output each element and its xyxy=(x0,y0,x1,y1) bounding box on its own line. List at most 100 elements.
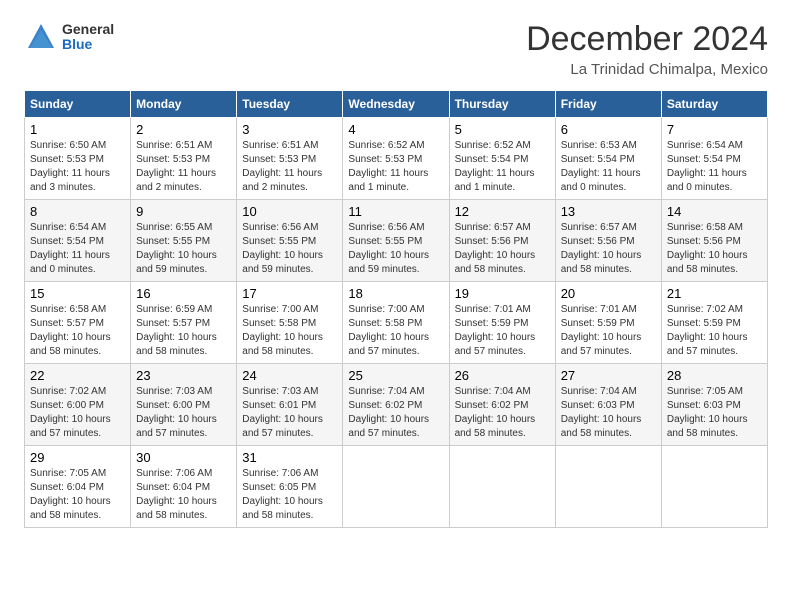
calendar-cell: 13Sunrise: 6:57 AMSunset: 5:56 PMDayligh… xyxy=(555,200,661,282)
calendar-cell: 24 Sunrise: 7:03 AMSunset: 6:01 PMDayligh… xyxy=(237,364,343,446)
weekday-header: Wednesday xyxy=(343,91,449,118)
day-number: 25 xyxy=(348,368,443,383)
day-detail: Sunrise: 7:01 AMSunset: 5:59 PMDaylight:… xyxy=(455,303,550,359)
day-detail: Sunrise: 6:50 AMSunset: 5:53 PMDaylight:… xyxy=(30,139,125,195)
calendar-week-row: 1 Sunrise: 6:50 AMSunset: 5:53 PMDaylight… xyxy=(25,118,768,200)
day-number: 22 xyxy=(30,368,125,383)
day-number: 23 xyxy=(136,368,231,383)
calendar-cell xyxy=(343,446,449,528)
day-detail: Sunrise: 6:54 AMSunset: 5:54 PMDaylight:… xyxy=(667,139,762,195)
page-header: General Blue December 2024 La Trinidad C… xyxy=(24,20,768,78)
calendar-week-row: 15 Sunrise: 6:58 AMSunset: 5:57 PMDayligh… xyxy=(25,282,768,364)
calendar-cell: 7 Sunrise: 6:54 AMSunset: 5:54 PMDaylight… xyxy=(661,118,767,200)
day-number: 15 xyxy=(30,286,125,301)
day-number: 12 xyxy=(455,204,550,219)
calendar-cell: 26Sunrise: 7:04 AMSunset: 6:02 PMDayligh… xyxy=(449,364,555,446)
day-detail: Sunrise: 7:00 AMSunset: 5:58 PMDaylight:… xyxy=(348,303,443,359)
day-detail: Sunrise: 7:00 AMSunset: 5:58 PMDaylight:… xyxy=(242,303,337,359)
day-number: 27 xyxy=(561,368,656,383)
calendar-cell: 16Sunrise: 6:59 AMSunset: 5:57 PMDayligh… xyxy=(131,282,237,364)
calendar-table: SundayMondayTuesdayWednesdayThursdayFrid… xyxy=(24,90,768,528)
logo-text-blue: Blue xyxy=(62,37,114,52)
day-detail: Sunrise: 6:56 AMSunset: 5:55 PMDaylight:… xyxy=(348,221,443,277)
day-number: 24 xyxy=(242,368,337,383)
day-detail: Sunrise: 7:03 AMSunset: 6:00 PMDaylight:… xyxy=(136,385,231,441)
calendar-week-row: 29 Sunrise: 7:05 AMSunset: 6:04 PMDayligh… xyxy=(25,446,768,528)
calendar-cell: 25 Sunrise: 7:04 AMSunset: 6:02 PMDayligh… xyxy=(343,364,449,446)
day-number: 26 xyxy=(455,368,550,383)
logo-text-general: General xyxy=(62,22,114,37)
month-title: December 2024 xyxy=(526,20,768,59)
day-detail: Sunrise: 6:51 AMSunset: 5:53 PMDaylight:… xyxy=(242,139,337,195)
day-detail: Sunrise: 6:57 AMSunset: 5:56 PMDaylight:… xyxy=(561,221,656,277)
calendar-cell: 30Sunrise: 7:06 AMSunset: 6:04 PMDayligh… xyxy=(131,446,237,528)
calendar-cell: 14Sunrise: 6:58 AMSunset: 5:56 PMDayligh… xyxy=(661,200,767,282)
calendar-cell: 8 Sunrise: 6:54 AMSunset: 5:54 PMDaylight… xyxy=(25,200,131,282)
calendar-week-row: 8 Sunrise: 6:54 AMSunset: 5:54 PMDaylight… xyxy=(25,200,768,282)
day-detail: Sunrise: 7:01 AMSunset: 5:59 PMDaylight:… xyxy=(561,303,656,359)
calendar-cell: 10 Sunrise: 6:56 AMSunset: 5:55 PMDayligh… xyxy=(237,200,343,282)
day-detail: Sunrise: 6:56 AMSunset: 5:55 PMDaylight:… xyxy=(242,221,337,277)
calendar-cell xyxy=(555,446,661,528)
calendar-cell: 2 Sunrise: 6:51 AMSunset: 5:53 PMDaylight… xyxy=(131,118,237,200)
day-detail: Sunrise: 6:57 AMSunset: 5:56 PMDaylight:… xyxy=(455,221,550,277)
calendar-cell: 11 Sunrise: 6:56 AMSunset: 5:55 PMDayligh… xyxy=(343,200,449,282)
day-number: 5 xyxy=(455,122,550,137)
day-detail: Sunrise: 7:05 AMSunset: 6:04 PMDaylight:… xyxy=(30,467,125,523)
weekday-header: Monday xyxy=(131,91,237,118)
day-detail: Sunrise: 6:55 AMSunset: 5:55 PMDaylight:… xyxy=(136,221,231,277)
calendar-week-row: 22Sunrise: 7:02 AMSunset: 6:00 PMDayligh… xyxy=(25,364,768,446)
day-detail: Sunrise: 7:02 AMSunset: 5:59 PMDaylight:… xyxy=(667,303,762,359)
day-number: 29 xyxy=(30,450,125,465)
calendar-cell xyxy=(661,446,767,528)
day-number: 28 xyxy=(667,368,762,383)
day-number: 2 xyxy=(136,122,231,137)
calendar-cell: 22Sunrise: 7:02 AMSunset: 6:00 PMDayligh… xyxy=(25,364,131,446)
calendar-cell: 3 Sunrise: 6:51 AMSunset: 5:53 PMDaylight… xyxy=(237,118,343,200)
day-number: 7 xyxy=(667,122,762,137)
weekday-header: Friday xyxy=(555,91,661,118)
day-number: 31 xyxy=(242,450,337,465)
calendar-cell: 6 Sunrise: 6:53 AMSunset: 5:54 PMDaylight… xyxy=(555,118,661,200)
calendar-cell: 21 Sunrise: 7:02 AMSunset: 5:59 PMDayligh… xyxy=(661,282,767,364)
title-area: December 2024 La Trinidad Chimalpa, Mexi… xyxy=(526,20,768,78)
calendar-cell: 29 Sunrise: 7:05 AMSunset: 6:04 PMDayligh… xyxy=(25,446,131,528)
day-number: 17 xyxy=(242,286,337,301)
day-detail: Sunrise: 6:54 AMSunset: 5:54 PMDaylight:… xyxy=(30,221,125,277)
day-detail: Sunrise: 6:58 AMSunset: 5:56 PMDaylight:… xyxy=(667,221,762,277)
day-number: 9 xyxy=(136,204,231,219)
day-number: 10 xyxy=(242,204,337,219)
day-detail: Sunrise: 7:05 AMSunset: 6:03 PMDaylight:… xyxy=(667,385,762,441)
day-number: 3 xyxy=(242,122,337,137)
calendar-cell: 31 Sunrise: 7:06 AMSunset: 6:05 PMDayligh… xyxy=(237,446,343,528)
calendar-cell: 18 Sunrise: 7:00 AMSunset: 5:58 PMDayligh… xyxy=(343,282,449,364)
weekday-header: Sunday xyxy=(25,91,131,118)
day-detail: Sunrise: 6:51 AMSunset: 5:53 PMDaylight:… xyxy=(136,139,231,195)
calendar-cell: 17 Sunrise: 7:00 AMSunset: 5:58 PMDayligh… xyxy=(237,282,343,364)
day-detail: Sunrise: 6:53 AMSunset: 5:54 PMDaylight:… xyxy=(561,139,656,195)
calendar-cell xyxy=(449,446,555,528)
header-row: SundayMondayTuesdayWednesdayThursdayFrid… xyxy=(25,91,768,118)
day-detail: Sunrise: 7:04 AMSunset: 6:03 PMDaylight:… xyxy=(561,385,656,441)
day-detail: Sunrise: 7:06 AMSunset: 6:05 PMDaylight:… xyxy=(242,467,337,523)
calendar-cell: 5Sunrise: 6:52 AMSunset: 5:54 PMDaylight… xyxy=(449,118,555,200)
day-detail: Sunrise: 7:04 AMSunset: 6:02 PMDaylight:… xyxy=(348,385,443,441)
day-number: 20 xyxy=(561,286,656,301)
weekday-header: Saturday xyxy=(661,91,767,118)
day-number: 1 xyxy=(30,122,125,137)
calendar-cell: 20 Sunrise: 7:01 AMSunset: 5:59 PMDayligh… xyxy=(555,282,661,364)
day-detail: Sunrise: 7:03 AMSunset: 6:01 PMDaylight:… xyxy=(242,385,337,441)
day-number: 8 xyxy=(30,204,125,219)
logo: General Blue xyxy=(24,20,114,54)
day-number: 18 xyxy=(348,286,443,301)
day-detail: Sunrise: 7:06 AMSunset: 6:04 PMDaylight:… xyxy=(136,467,231,523)
day-detail: Sunrise: 6:59 AMSunset: 5:57 PMDaylight:… xyxy=(136,303,231,359)
day-detail: Sunrise: 6:58 AMSunset: 5:57 PMDaylight:… xyxy=(30,303,125,359)
day-detail: Sunrise: 6:52 AMSunset: 5:53 PMDaylight:… xyxy=(348,139,443,195)
day-number: 11 xyxy=(348,204,443,219)
calendar-cell: 12 Sunrise: 6:57 AMSunset: 5:56 PMDayligh… xyxy=(449,200,555,282)
day-number: 19 xyxy=(455,286,550,301)
day-number: 6 xyxy=(561,122,656,137)
weekday-header: Thursday xyxy=(449,91,555,118)
day-number: 21 xyxy=(667,286,762,301)
